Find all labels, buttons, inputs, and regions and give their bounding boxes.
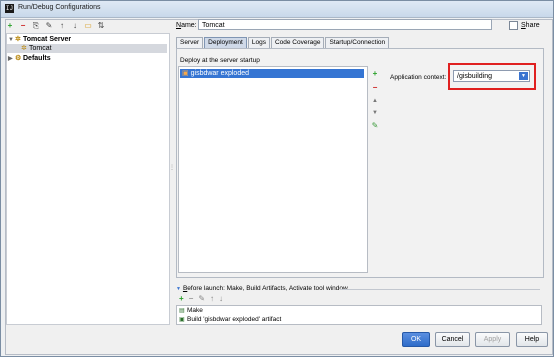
remove-artifact-icon[interactable]: − [370, 84, 380, 92]
ok-button[interactable]: OK [402, 332, 430, 347]
list-item[interactable]: ▤ Make [179, 307, 203, 315]
app-icon: IJ [5, 4, 14, 13]
tree-node-tomcat-server[interactable]: ▼✲ Tomcat Server [8, 35, 71, 44]
window-title: Run/Debug Configurations [18, 4, 101, 11]
app-context-combobox[interactable]: /gisbuilding ▼ [453, 70, 530, 82]
build-artifact-icon: ▣ [179, 317, 185, 323]
folder-icon[interactable]: ▭ [84, 22, 92, 30]
name-label: Name: [176, 22, 197, 29]
share-label: Share [521, 22, 540, 29]
make-icon: ▤ [179, 308, 185, 314]
name-field[interactable]: Tomcat [198, 19, 492, 30]
collapse-arrow-icon[interactable]: ▼ [176, 286, 181, 292]
move-up-icon[interactable]: ↑ [210, 295, 214, 303]
title-bar[interactable]: IJ Run/Debug Configurations [1, 1, 553, 18]
remove-icon[interactable]: − [19, 22, 27, 30]
share-checkbox-box[interactable] [509, 21, 518, 30]
deploy-section-label: Deploy at the server startup [180, 57, 260, 64]
defaults-icon: ⚙ [15, 55, 22, 62]
sort-icon[interactable]: ⇅ [97, 22, 105, 30]
add-artifact-icon[interactable]: + [370, 70, 380, 78]
artifact-item[interactable]: ▣ gisbdwar exploded [180, 69, 364, 78]
tree-node-defaults[interactable]: ▶ ⚙ Defaults [8, 54, 51, 63]
copy-icon[interactable]: ⎘ [32, 22, 40, 30]
move-down-icon[interactable]: ▼ [370, 109, 380, 117]
before-launch-toolbar: + − ✎ ↑ ↓ [179, 295, 223, 303]
tomcat-icon: ✲ [15, 36, 21, 43]
edit-task-icon[interactable]: ✎ [198, 295, 205, 303]
tab-startup-connection[interactable]: Startup/Connection [325, 37, 390, 48]
artifact-icon: ▣ [182, 70, 189, 77]
tree-node-label: Tomcat Server [23, 36, 72, 43]
app-context-value: /gisbuilding [457, 73, 493, 80]
add-icon[interactable]: + [6, 22, 14, 30]
tab-code-coverage[interactable]: Code Coverage [270, 37, 325, 48]
move-down-icon[interactable]: ↓ [71, 22, 79, 30]
tomcat-icon: ✲ [21, 45, 27, 52]
tab-server[interactable]: Server [176, 37, 204, 48]
tree-node-label: Defaults [23, 55, 51, 62]
move-up-icon[interactable]: ↑ [58, 22, 66, 30]
cancel-button[interactable]: Cancel [435, 332, 470, 347]
artifact-list[interactable]: ▣ gisbdwar exploded [178, 66, 368, 273]
move-up-icon[interactable]: ▲ [370, 97, 380, 105]
before-launch-list[interactable]: ▤ Make ▣ Build 'gisbdwar exploded' artifac… [176, 305, 542, 325]
configuration-tree[interactable]: ▼✲ Tomcat Server ✲ Tomcat ▶ ⚙ Defaults [6, 33, 170, 325]
edit-artifact-icon[interactable]: ✎ [370, 122, 380, 130]
apply-button[interactable]: Apply [475, 332, 510, 347]
move-down-icon[interactable]: ↓ [219, 295, 223, 303]
before-launch-label: Before launch: Make, Build Artifacts, Ac… [182, 285, 348, 292]
list-item[interactable]: ▣ Build 'gisbdwar exploded' artifact [179, 316, 281, 324]
pane-splitter[interactable]: ⋮ [169, 164, 175, 171]
tab-deployment[interactable]: Deployment [204, 37, 247, 48]
dropdown-arrow-icon[interactable]: ▼ [519, 72, 528, 80]
tree-node-label: Tomcat [29, 45, 52, 52]
settings-icon[interactable]: ✎ [45, 22, 53, 30]
add-task-icon[interactable]: + [179, 295, 184, 303]
app-context-label: Application context: [390, 74, 447, 81]
config-tabs: Server Deployment Logs Code Coverage Sta… [176, 37, 390, 48]
left-toolbar: + − ⎘ ✎ ↑ ↓ ▭ ⇅ [6, 20, 105, 32]
help-button[interactable]: Help [516, 332, 548, 347]
before-launch-header[interactable]: ▼ Before launch: Make, Build Artifacts, … [176, 285, 540, 292]
tab-logs[interactable]: Logs [247, 37, 270, 48]
separator [340, 289, 540, 290]
expand-arrow-icon[interactable]: ▶ [8, 55, 15, 64]
remove-task-icon[interactable]: − [189, 295, 194, 303]
share-checkbox[interactable]: Share [509, 21, 540, 30]
tree-node-tomcat[interactable]: ✲ Tomcat [7, 44, 167, 53]
